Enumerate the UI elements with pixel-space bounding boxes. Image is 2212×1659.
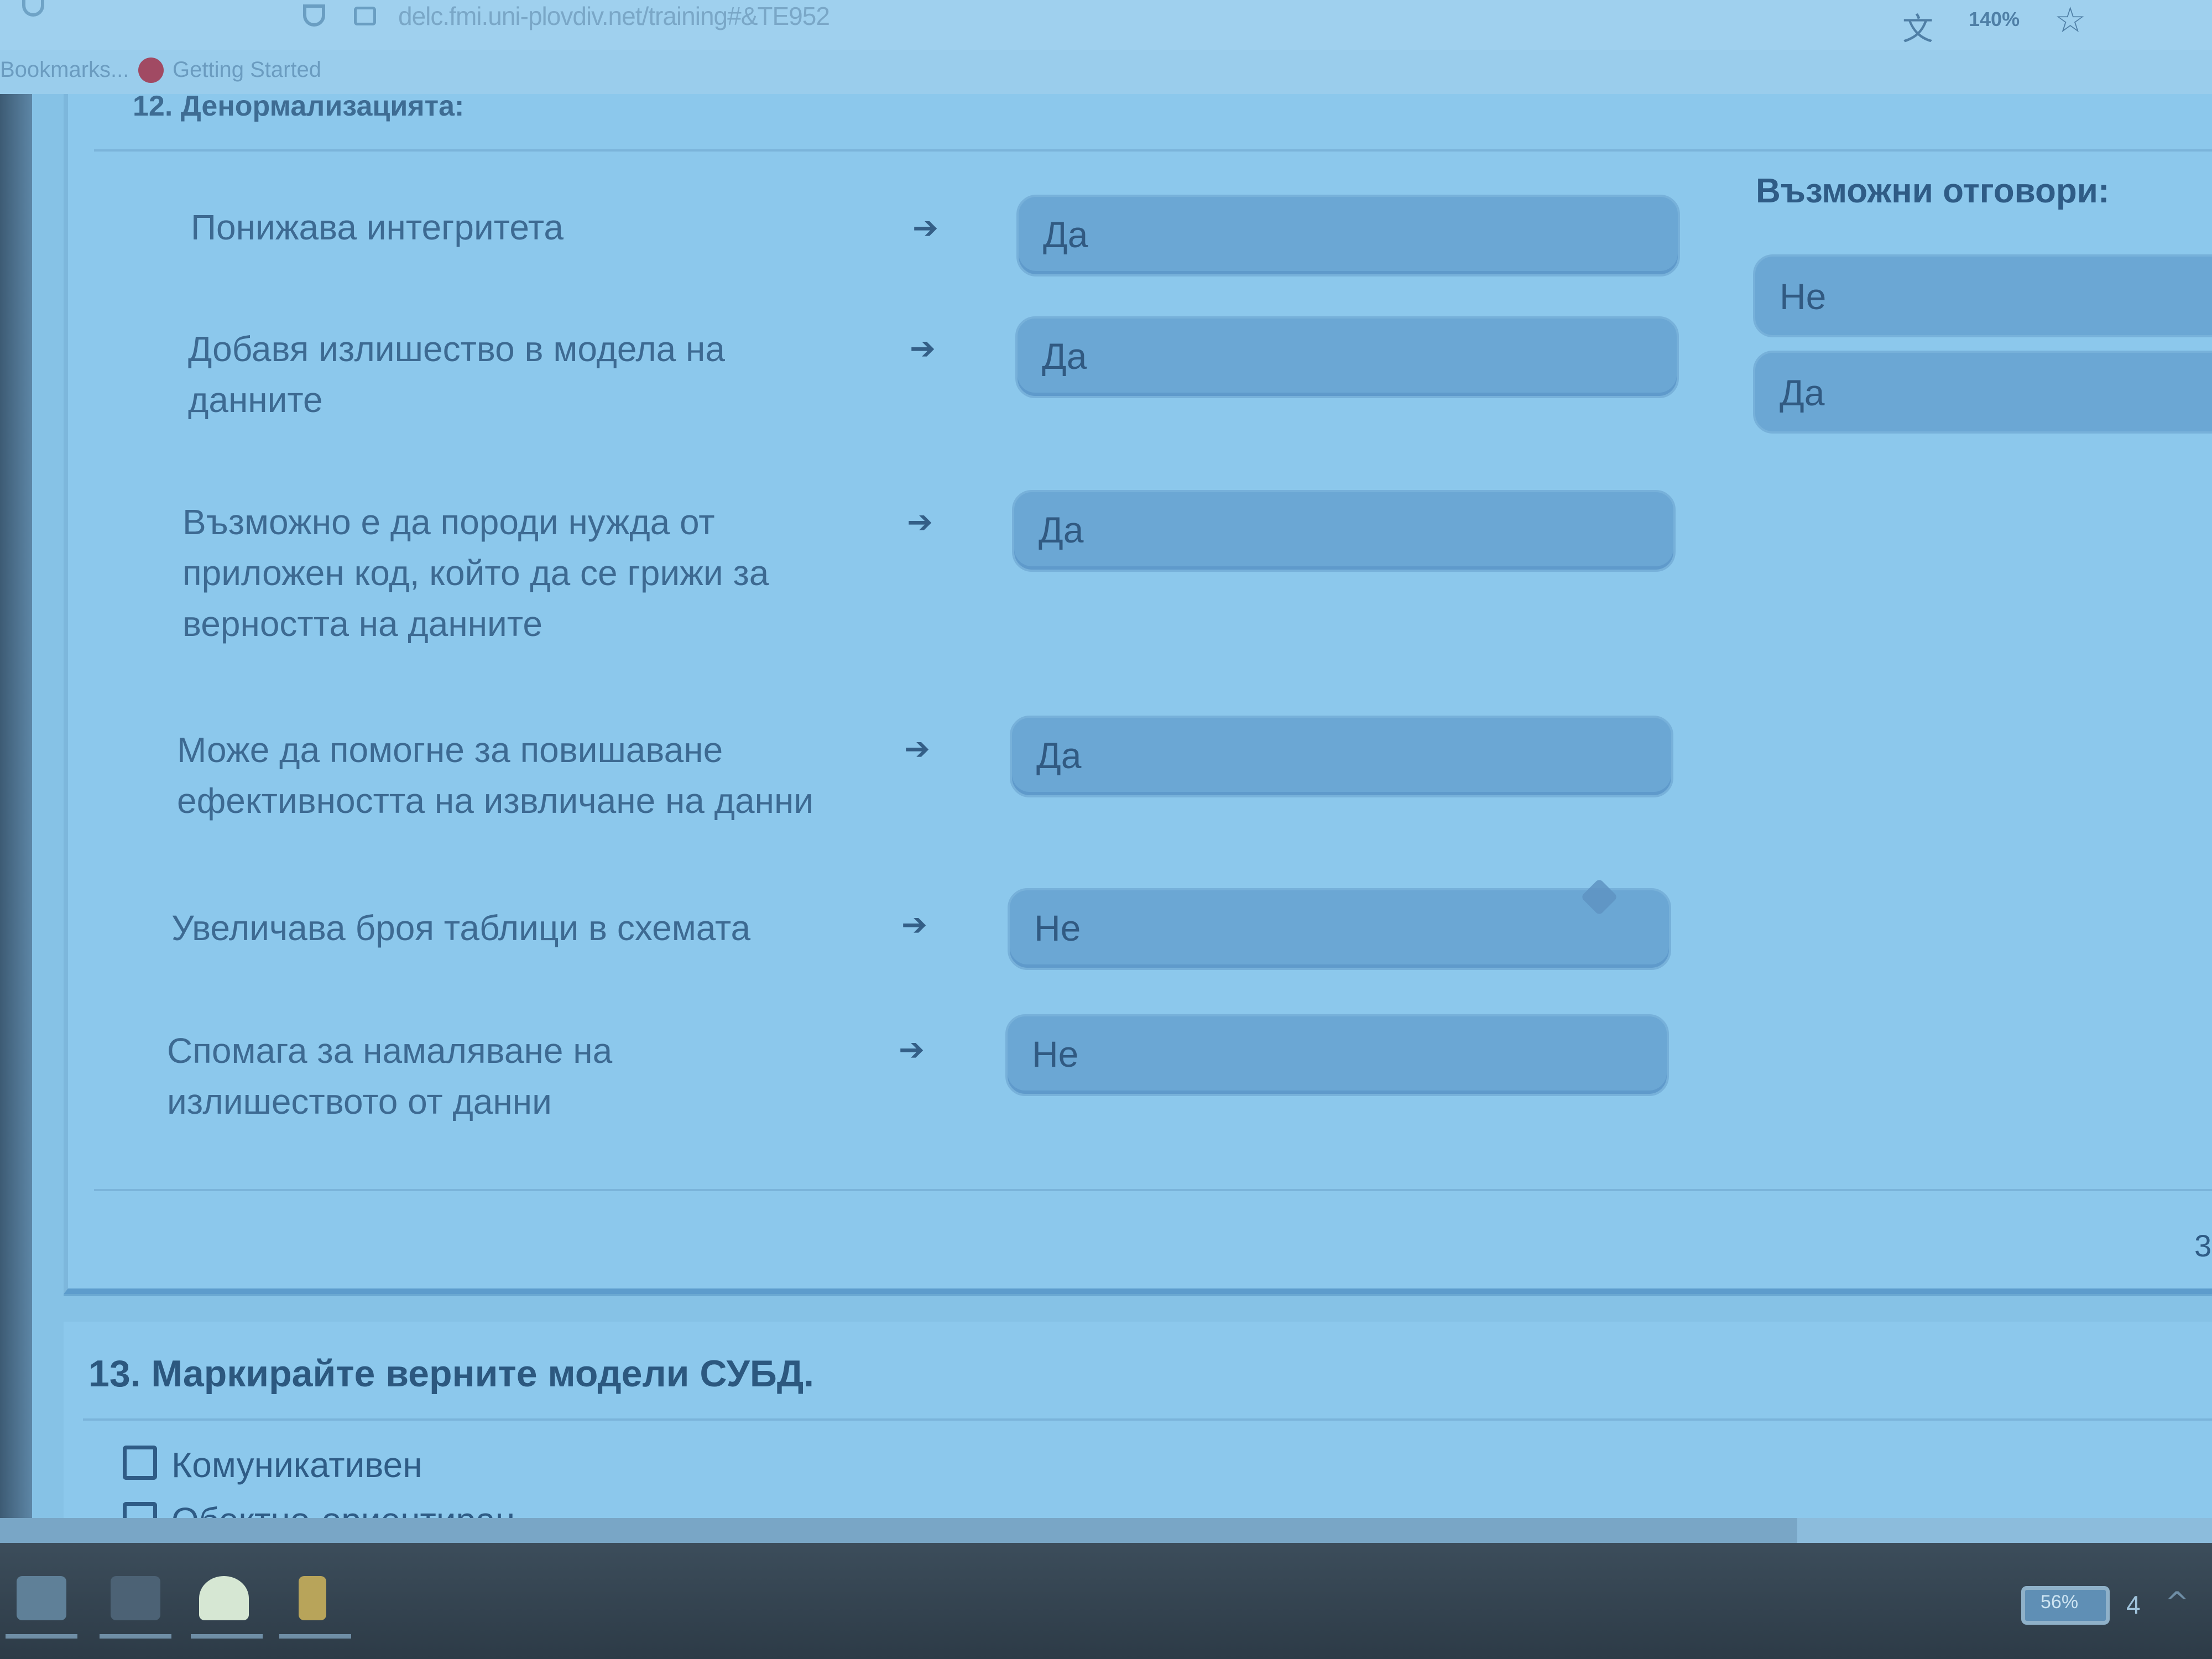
side-frame	[0, 94, 32, 1521]
match-prompt: Възможно е да породи нужда от приложен к…	[182, 497, 901, 649]
prompt-line: Възможно е да породи нужда от	[182, 502, 715, 542]
checkbox-label[interactable]: Комуникативен	[171, 1444, 422, 1485]
url-text[interactable]: delc.fmi.uni-plovdiv.net/training#&TE952	[398, 1, 830, 31]
prompt-line: Увеличава броя таблици в схемата	[171, 908, 751, 948]
translate-icon[interactable]: 文	[1902, 4, 1933, 49]
match-prompt: Увеличава броя таблици в схемата	[171, 902, 890, 953]
prompt-line: Добавя излишество в модела на	[188, 329, 725, 369]
zoom-level[interactable]: 140%	[1969, 8, 2020, 31]
taskbar-indicator	[6, 1634, 77, 1639]
chevron-up-icon[interactable]: ^	[2165, 1586, 2189, 1619]
prompt-line: Може да помогне за повишаване	[177, 730, 723, 770]
option-chip[interactable]: Да	[1753, 351, 2212, 434]
arrow-icon: ➔	[899, 1032, 925, 1068]
reload-icon[interactable]	[22, 0, 44, 17]
taskbar-indicator	[100, 1634, 171, 1639]
option-label[interactable]: Не	[1780, 275, 1826, 317]
answer-dropzone[interactable]: Не	[1005, 1014, 1669, 1096]
prompt-line: Понижава интегритета	[191, 207, 564, 247]
divider	[94, 149, 2212, 152]
arrow-icon: ➔	[901, 907, 927, 943]
taskbar-indicator	[279, 1634, 351, 1639]
taskbar	[0, 1543, 2212, 1659]
answer-dropzone[interactable]: Да	[1012, 490, 1676, 572]
answer-value[interactable]: Да	[1036, 734, 1081, 776]
question-heading: 12. Денормализацията:	[133, 90, 465, 122]
bookmark-item[interactable]: Getting Started	[173, 58, 321, 82]
taskbar-indicator	[191, 1634, 263, 1639]
answer-value[interactable]: Не	[1032, 1033, 1078, 1075]
match-prompt: Може да помогне за повишаване ефективнос…	[177, 724, 896, 826]
answer-dropzone[interactable]: Да	[1016, 195, 1680, 276]
prompt-line: излишеството от данни	[167, 1082, 552, 1121]
prompt-line: приложен код, който да се грижи за	[182, 553, 769, 593]
folder-icon[interactable]	[299, 1576, 326, 1620]
star-icon[interactable]: ☆	[2054, 0, 2086, 41]
answer-value[interactable]: Да	[1043, 213, 1088, 255]
match-prompt: Добавя излишество в модела на данните	[188, 324, 907, 425]
divider	[94, 1189, 2212, 1191]
bookmark-item[interactable]: Bookmarks...	[0, 58, 129, 82]
options-title: Възможни отговори:	[1756, 172, 2110, 210]
question-title: 13. Маркирайте верните модели СУБД.	[88, 1353, 815, 1395]
match-prompt: Спомага за намаляване на излишеството от…	[167, 1025, 886, 1127]
answer-dropzone[interactable]: Не	[1008, 888, 1671, 970]
match-prompt: Понижава интегритета	[191, 202, 910, 253]
answer-dropzone[interactable]: Да	[1010, 716, 1673, 797]
answer-value[interactable]: Не	[1034, 907, 1081, 949]
answer-dropzone[interactable]: Да	[1015, 316, 1679, 398]
answer-value[interactable]: Да	[1039, 509, 1083, 551]
explorer-icon[interactable]	[111, 1576, 160, 1620]
start-icon[interactable]	[17, 1576, 66, 1620]
option-label[interactable]: Да	[1780, 372, 1824, 414]
option-chip[interactable]: Не	[1753, 254, 2212, 337]
shield-icon[interactable]	[303, 4, 325, 27]
arrow-icon: ➔	[907, 504, 933, 540]
battery-level: 56%	[2041, 1592, 2079, 1613]
tray-text[interactable]: 4	[2126, 1590, 2141, 1620]
lock-icon[interactable]	[354, 7, 376, 25]
divider	[83, 1418, 2212, 1421]
browser-icon[interactable]	[199, 1576, 249, 1620]
address-bar: delc.fmi.uni-plovdiv.net/training#&TE952…	[0, 0, 2212, 50]
arrow-icon: ➔	[910, 331, 936, 367]
checkbox[interactable]	[123, 1446, 157, 1480]
answer-value[interactable]: Да	[1042, 335, 1087, 377]
arrow-icon: ➔	[912, 210, 938, 246]
prompt-line: данните	[188, 380, 323, 420]
prompt-line: верността на данните	[182, 604, 542, 644]
firefox-icon	[138, 58, 164, 83]
prompt-line: Спомага за намаляване на	[167, 1031, 613, 1071]
page-number: 3	[2194, 1228, 2212, 1263]
arrow-icon: ➔	[904, 731, 930, 767]
prompt-line: ефективността на извличане на данни	[177, 781, 814, 821]
